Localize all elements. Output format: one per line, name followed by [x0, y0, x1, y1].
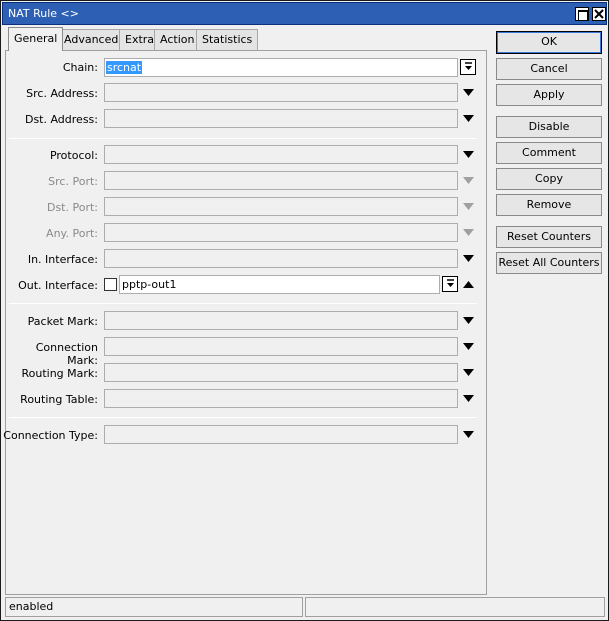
collapse-arrow-icon[interactable]	[463, 281, 474, 288]
separator	[9, 138, 477, 139]
reset-all-counters-button[interactable]: Reset All Counters	[496, 252, 602, 274]
any-port-dropdown-icon	[463, 229, 474, 236]
connection-mark-field[interactable]	[104, 337, 458, 356]
separator	[9, 417, 477, 418]
chain-label: Chain:	[62, 61, 98, 74]
routing-table-field[interactable]	[104, 389, 458, 408]
chain-dropdown-button[interactable]	[460, 59, 476, 75]
separator	[9, 303, 477, 304]
connection-type-field[interactable]	[104, 425, 458, 444]
connection-mark-dropdown-icon[interactable]	[463, 343, 474, 350]
src-address-label: Src. Address:	[26, 87, 98, 100]
dst-port-field	[104, 197, 458, 216]
ok-button[interactable]: OK	[496, 31, 602, 54]
status-state: enabled	[5, 597, 303, 617]
remove-button[interactable]: Remove	[496, 194, 602, 216]
status-bar: enabled	[5, 597, 605, 617]
dst-port-dropdown-icon	[463, 203, 474, 210]
src-address-field[interactable]	[104, 83, 458, 102]
any-port-field	[104, 223, 458, 242]
tab-general[interactable]: General	[8, 27, 64, 51]
tab-advanced[interactable]: Advanced	[58, 29, 125, 50]
disable-button[interactable]: Disable	[496, 116, 602, 138]
dst-address-label: Dst. Address:	[24, 113, 98, 126]
any-port-label: Any. Port:	[46, 227, 98, 240]
close-icon[interactable]	[592, 7, 606, 21]
in-interface-label: In. Interface:	[27, 253, 98, 266]
protocol-field[interactable]	[104, 145, 458, 164]
dst-address-dropdown-icon[interactable]	[463, 115, 474, 122]
nat-rule-window: NAT Rule <> General Advanced Extra Actio…	[0, 0, 609, 621]
out-interface-negate-checkbox[interactable]	[104, 278, 117, 291]
src-port-dropdown-icon	[463, 177, 474, 184]
protocol-dropdown-icon[interactable]	[463, 151, 474, 158]
window-title: NAT Rule <>	[8, 7, 79, 20]
connection-type-label: Connection Type:	[3, 429, 98, 442]
src-address-dropdown-icon[interactable]	[463, 89, 474, 96]
packet-mark-dropdown-icon[interactable]	[463, 317, 474, 324]
chain-value: srcnat	[106, 61, 143, 74]
src-port-field	[104, 171, 458, 190]
dst-address-field[interactable]	[104, 109, 458, 128]
maximize-icon[interactable]	[575, 7, 589, 21]
reset-counters-button[interactable]: Reset Counters	[496, 226, 602, 248]
apply-button[interactable]: Apply	[496, 84, 602, 106]
out-interface-field[interactable]: pptp-out1	[119, 275, 440, 294]
chain-field[interactable]: srcnat	[104, 58, 458, 77]
tab-statistics[interactable]: Statistics	[196, 29, 259, 50]
out-interface-dropdown-button[interactable]	[442, 276, 458, 292]
out-interface-value: pptp-out1	[122, 278, 177, 291]
comment-button[interactable]: Comment	[496, 142, 602, 164]
routing-table-dropdown-icon[interactable]	[463, 395, 474, 402]
tab-action[interactable]: Action	[154, 29, 201, 50]
connection-type-dropdown-icon[interactable]	[463, 431, 474, 438]
routing-table-label: Routing Table:	[20, 393, 98, 406]
status-extra	[305, 597, 605, 617]
routing-mark-dropdown-icon[interactable]	[463, 369, 474, 376]
routing-mark-field[interactable]	[104, 363, 458, 382]
cancel-button[interactable]: Cancel	[496, 58, 602, 80]
packet-mark-field[interactable]	[104, 311, 458, 330]
in-interface-dropdown-icon[interactable]	[463, 255, 474, 262]
out-interface-label: Out. Interface:	[18, 279, 98, 292]
connection-mark-label: Connection Mark:	[35, 341, 98, 367]
title-bar[interactable]: NAT Rule <>	[2, 2, 607, 25]
packet-mark-label: Packet Mark:	[27, 315, 98, 328]
protocol-label: Protocol:	[49, 149, 98, 162]
in-interface-field[interactable]	[104, 249, 458, 268]
dst-port-label: Dst. Port:	[46, 201, 98, 214]
src-port-label: Src. Port:	[48, 175, 98, 188]
copy-button[interactable]: Copy	[496, 168, 602, 190]
routing-mark-label: Routing Mark:	[21, 367, 98, 380]
